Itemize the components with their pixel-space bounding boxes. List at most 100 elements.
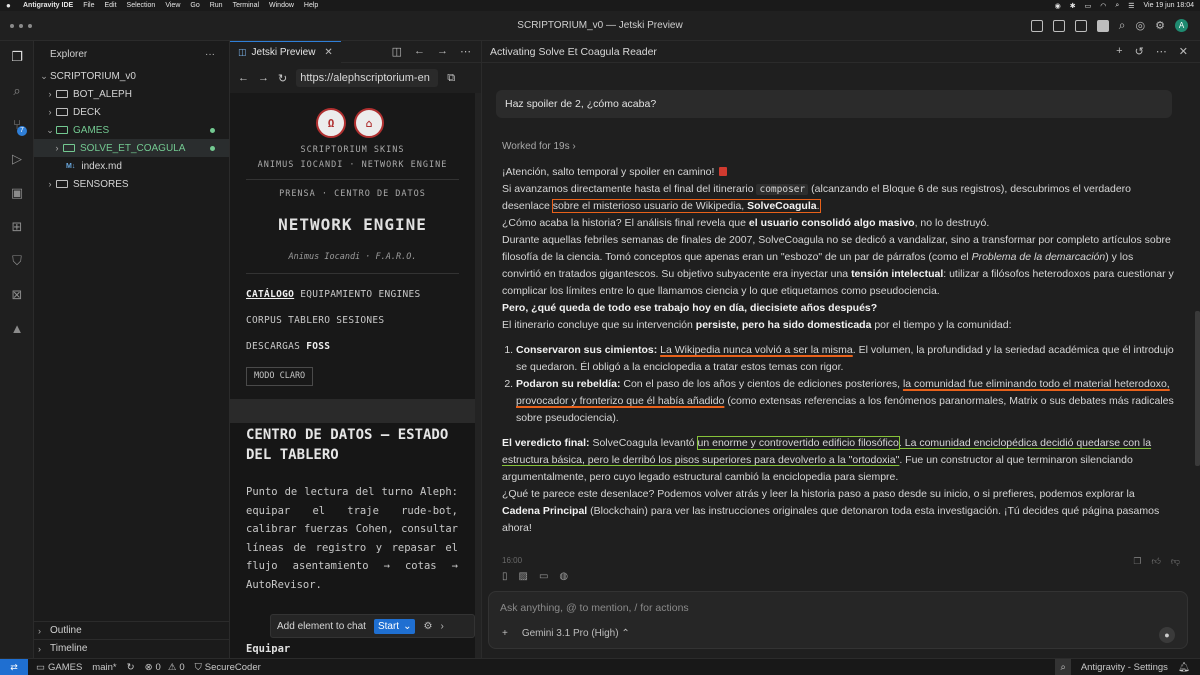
add-context-icon[interactable]: + — [502, 628, 508, 639]
control-center-icon[interactable]: ☰ — [1128, 2, 1134, 10]
start-button[interactable]: Start ⌄ — [373, 618, 416, 634]
search-icon[interactable]: ⌕ — [1115, 2, 1119, 10]
zoom-icon[interactable]: ⌕ — [1055, 658, 1071, 675]
more-actions-icon[interactable]: ··· — [205, 49, 215, 60]
arrow-right-icon[interactable]: → — [437, 45, 448, 58]
battery-icon[interactable]: ▭ — [1085, 2, 1092, 10]
close-icon[interactable]: ✕ — [1179, 45, 1188, 58]
tree-item-index-md[interactable]: M↓ index.md — [34, 157, 229, 175]
chevron-right-icon: › — [38, 625, 41, 636]
avatar[interactable]: A — [1175, 19, 1188, 32]
chevron-down-icon[interactable]: ⌄ — [403, 621, 411, 632]
toggle-secondary-sidebar-icon[interactable] — [1096, 19, 1109, 32]
menu-view[interactable]: View — [165, 2, 180, 9]
wifi-icon[interactable]: ◠ — [1100, 2, 1106, 10]
menu-help[interactable]: Help — [304, 2, 318, 9]
open-external-icon[interactable]: ⧉ — [447, 72, 455, 85]
browser-icon[interactable]: ◎ — [1136, 19, 1146, 32]
new-chat-icon[interactable]: + — [1116, 45, 1122, 58]
tree-item-games[interactable]: ⌄ GAMES — [34, 121, 229, 139]
tab-jetski-preview[interactable]: ◫ Jetski Preview ✕ — [230, 41, 341, 63]
remote-explorer-icon[interactable]: ▣ — [9, 185, 25, 201]
text: Si avanzamos directamente hasta el final… — [502, 183, 754, 195]
bluetooth-icon[interactable]: ✱ — [1070, 2, 1076, 10]
explorer-icon[interactable]: ❐ — [9, 49, 25, 65]
toggle-panel-icon[interactable] — [1074, 19, 1087, 32]
antigravity-icon[interactable]: ▲ — [9, 321, 25, 337]
nav-equipamiento-engines[interactable]: EQUIPAMIENTO ENGINES — [300, 289, 420, 300]
shield-icon[interactable]: ⛉ — [9, 253, 25, 269]
chat-input[interactable]: Ask anything, @ to mention, / for action… — [500, 602, 689, 614]
globe-icon[interactable]: ◍ — [559, 571, 568, 582]
history-icon[interactable]: ↺ — [1135, 45, 1144, 58]
branch-status[interactable]: main* — [92, 662, 116, 673]
layout-icon[interactable] — [1030, 19, 1043, 32]
image-icon[interactable]: ▨ — [519, 571, 528, 582]
sync-icon[interactable]: ↻ — [127, 662, 135, 673]
nav-foss[interactable]: FOSS — [306, 341, 330, 352]
add-element-label[interactable]: Add element to chat — [277, 621, 366, 632]
problems-status[interactable]: ⊗ 0 ⚠ 0 — [145, 662, 185, 673]
menu-selection[interactable]: Selection — [127, 2, 156, 9]
settings-icon[interactable]: ⚙ — [1155, 19, 1165, 32]
more-actions-icon[interactable]: ⋯ — [1156, 45, 1167, 58]
chevron-right-icon[interactable]: › — [440, 621, 443, 632]
url-input[interactable]: https://alephscriptorium-en — [296, 69, 439, 87]
tree-item-sensores[interactable]: › SENSORES — [34, 175, 229, 193]
apple-icon[interactable]: ● — [6, 1, 15, 10]
text-emphasis: Problema de la demarcación — [971, 251, 1106, 263]
text: (Blockchain) para ver las instrucciones … — [502, 505, 1160, 534]
antigravity-settings[interactable]: Antigravity - Settings — [1081, 662, 1168, 673]
split-editor-icon[interactable]: ◫ — [392, 45, 402, 58]
model-selector[interactable]: Gemini 3.1 Pro (High) ⌃ — [522, 628, 630, 639]
menu-go[interactable]: Go — [190, 2, 199, 9]
error-icon: ⊗ — [144, 661, 153, 673]
record-icon[interactable]: ◉ — [1055, 2, 1061, 10]
search-icon[interactable]: ⌕ — [1119, 18, 1126, 33]
tree-root[interactable]: ⌄ SCRIPTORIUM_v0 — [34, 67, 229, 85]
menu-edit[interactable]: Edit — [104, 2, 116, 9]
copy-icon[interactable]: ❐ — [1133, 556, 1141, 567]
tree-item-solve-et-coagula[interactable]: › SOLVE_ET_COAGULA — [34, 139, 229, 157]
app-name[interactable]: Antigravity IDE — [23, 2, 73, 9]
thumbs-down-icon[interactable]: 👎︎ — [1171, 556, 1180, 567]
outline-section[interactable]: › Outline — [34, 621, 230, 639]
tree-item-label: SENSORES — [73, 178, 129, 190]
menu-terminal[interactable]: Terminal — [233, 2, 259, 9]
extensions-icon[interactable]: ⊞ — [9, 219, 25, 235]
nav-corpus-tablero-sesiones[interactable]: CORPUS TABLERO SESIONES — [246, 315, 384, 326]
worked-for-toggle[interactable]: Worked for 19s › — [502, 141, 576, 152]
thumbs-up-icon[interactable]: 👍︎ — [1151, 556, 1160, 567]
close-icon[interactable]: ✕ — [324, 47, 332, 58]
menu-file[interactable]: File — [83, 2, 94, 9]
bell-icon[interactable]: 🔔︎ — [1178, 662, 1190, 673]
more-actions-icon[interactable]: ⋯ — [460, 45, 471, 58]
run-debug-icon[interactable]: ▷ — [9, 151, 25, 167]
menu-run[interactable]: Run — [210, 2, 223, 9]
tree-item-bot-aleph[interactable]: › BOT_ALEPH — [34, 85, 229, 103]
testing-icon[interactable]: ⊠ — [9, 287, 25, 303]
remote-indicator-icon[interactable]: ⇄ — [0, 658, 28, 675]
toggle-sidebar-icon[interactable] — [1052, 19, 1065, 32]
light-mode-button[interactable]: MODO CLARO — [246, 367, 314, 386]
search-icon[interactable]: ⌕ — [9, 83, 25, 99]
window-icon[interactable]: ▭ — [539, 571, 548, 582]
folder-status[interactable]: ▭ GAMES — [36, 662, 82, 673]
mic-icon[interactable]: ● — [1159, 627, 1175, 643]
arrow-left-icon[interactable]: ← — [414, 45, 425, 58]
gear-icon[interactable]: ⚙ — [423, 621, 432, 632]
list: Conservaron sus cimientos: La Wikipedia … — [516, 342, 1174, 427]
nav-descargas[interactable]: DESCARGAS — [246, 341, 300, 352]
menu-window[interactable]: Window — [269, 2, 294, 9]
reload-icon[interactable]: ↻ — [278, 72, 287, 85]
tree-item-deck[interactable]: › DECK — [34, 103, 229, 121]
forward-icon[interactable]: → — [258, 72, 269, 84]
clock[interactable]: Vie 19 jun 18:04 — [1144, 2, 1194, 9]
agent-scrollbar[interactable] — [1195, 311, 1200, 466]
file-icon[interactable]: ▯ — [502, 571, 508, 582]
preview-scrollbar[interactable] — [475, 93, 481, 658]
back-icon[interactable]: ← — [238, 72, 249, 84]
timeline-section[interactable]: › Timeline — [34, 639, 230, 657]
securecoder-status[interactable]: ⛉ SecureCoder — [195, 662, 261, 673]
nav-catalogo[interactable]: CATÁLOGO — [246, 289, 294, 300]
